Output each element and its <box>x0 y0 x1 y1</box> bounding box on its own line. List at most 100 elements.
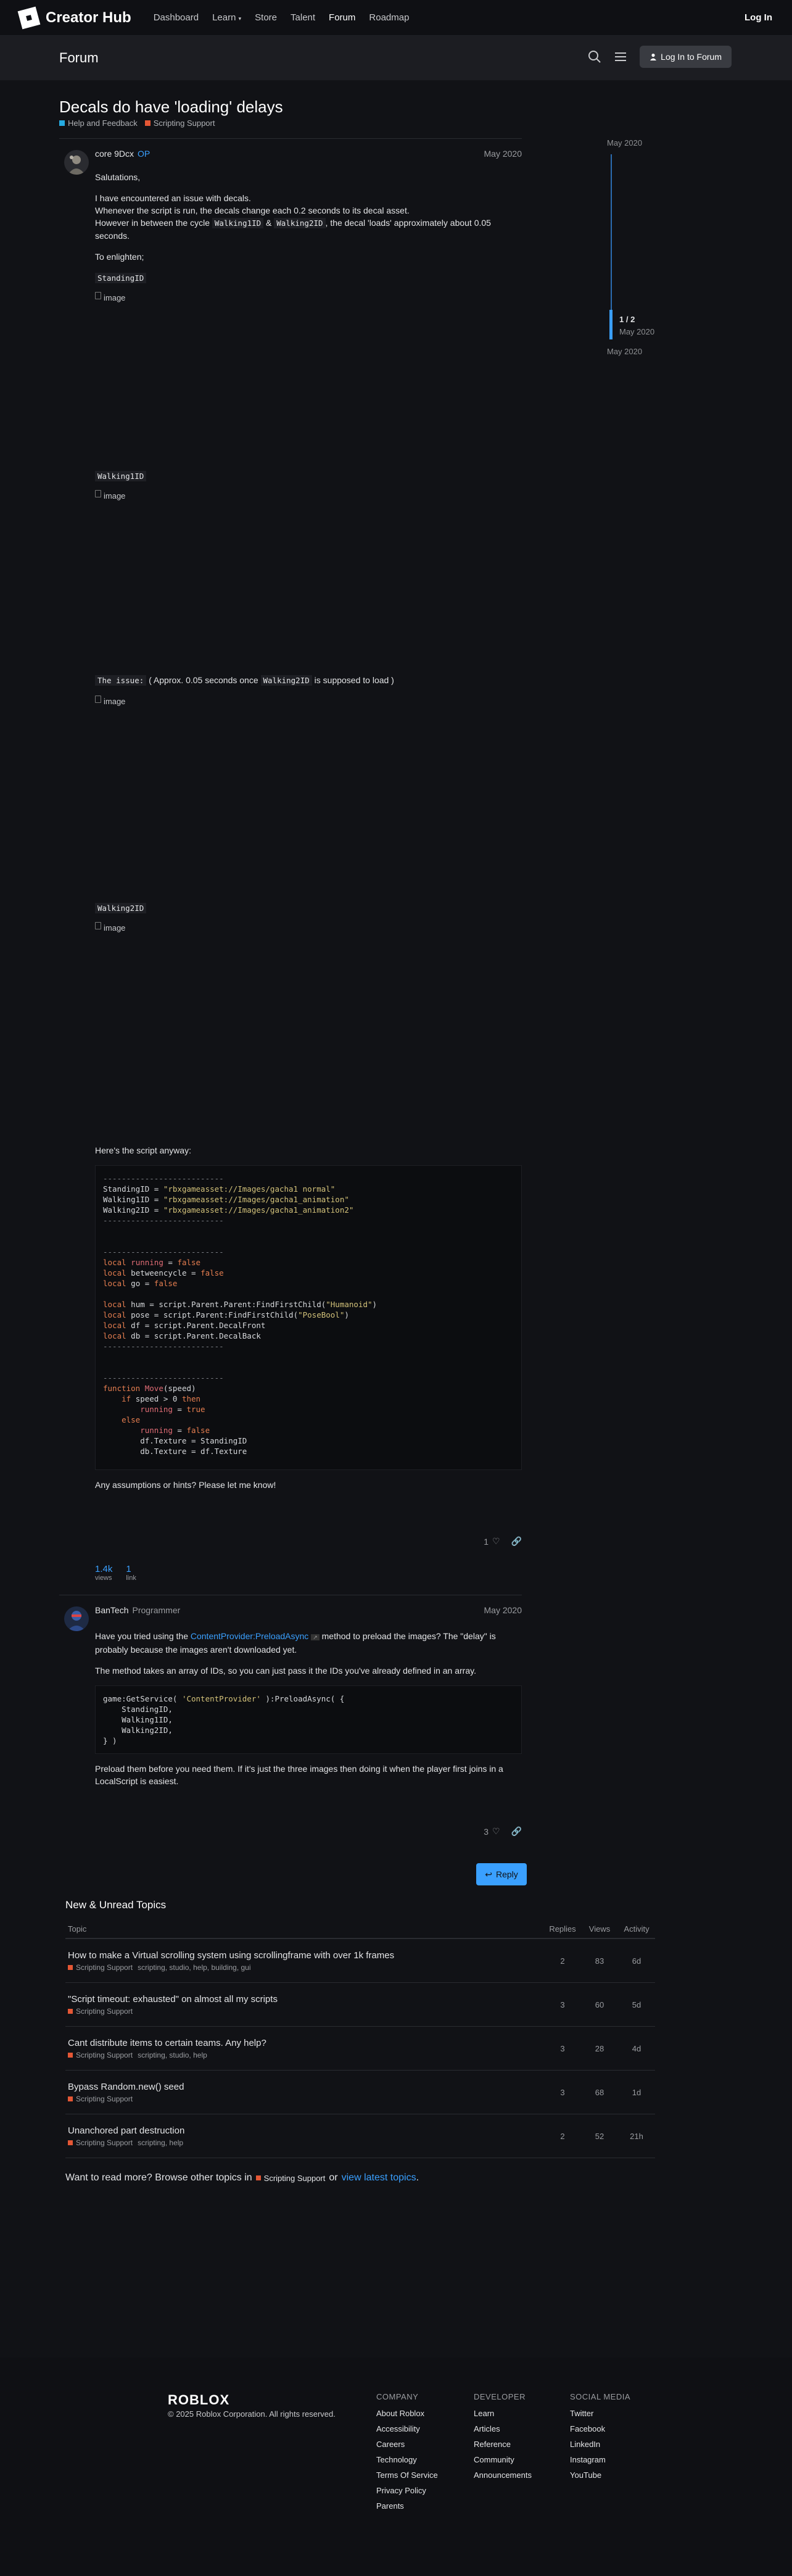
topic-title-link[interactable]: Unanchored part destruction <box>68 2125 544 2136</box>
link-stat[interactable]: 1 link <box>126 1564 136 1582</box>
timeline-handle[interactable] <box>609 310 613 339</box>
category-scripting-support[interactable]: Scripting Support <box>68 2138 133 2147</box>
post-body: Salutations, I have encountered an issue… <box>95 171 522 1500</box>
share-link-icon[interactable]: 🔗 <box>511 1826 522 1837</box>
footer-link[interactable]: Announcements <box>474 2470 532 2480</box>
avatar[interactable] <box>64 150 89 175</box>
table-row[interactable]: Bypass Random.new() seed Scripting Suppor… <box>65 2071 655 2114</box>
category-scripting-support[interactable]: Scripting Support <box>68 1963 133 1972</box>
forum-title[interactable]: Forum <box>59 50 99 66</box>
timeline-position-date: May 2020 <box>619 327 655 336</box>
topic-tags[interactable]: scripting, studio, help, building, gui <box>138 1963 250 1972</box>
category-color-swatch <box>144 120 151 126</box>
nav-store[interactable]: Store <box>255 12 277 23</box>
footer-link[interactable]: Community <box>474 2455 532 2464</box>
activity-time[interactable]: 4d <box>618 2044 655 2053</box>
post-text: Have you tried using the ContentProvider… <box>95 1630 522 1656</box>
category-scripting-support[interactable]: Scripting Support <box>68 2051 133 2059</box>
category-scripting-support[interactable]: Scripting Support <box>144 118 215 128</box>
footer-link[interactable]: Terms Of Service <box>376 2470 438 2480</box>
footer-link[interactable]: Careers <box>376 2440 438 2449</box>
nav-dashboard[interactable]: Dashboard <box>154 12 199 23</box>
topic-title-link[interactable]: Cant distribute items to certain teams. … <box>68 2038 544 2048</box>
footer-link[interactable]: Technology <box>376 2455 438 2464</box>
nav-forum[interactable]: Forum <box>329 12 355 23</box>
category-scripting-support[interactable]: Scripting Support <box>68 2095 133 2103</box>
activity-time[interactable]: 1d <box>618 2088 655 2097</box>
footer-link[interactable]: Reference <box>474 2440 532 2449</box>
footer-link[interactable]: Accessibility <box>376 2424 438 2433</box>
post-author[interactable]: BanTech <box>95 1605 128 1615</box>
footer-link[interactable]: Parents <box>376 2501 438 2511</box>
post-date[interactable]: May 2020 <box>484 1605 522 1615</box>
activity-time[interactable]: 6d <box>618 1956 655 1966</box>
like-count: 1 <box>484 1536 489 1547</box>
category-scripting-support[interactable]: Scripting Support <box>255 2174 325 2183</box>
views-label: views <box>95 1574 112 1582</box>
login-link[interactable]: Log In <box>745 12 772 23</box>
category-help-and-feedback[interactable]: Help and Feedback <box>59 118 138 128</box>
footer-link[interactable]: Privacy Policy <box>376 2486 438 2495</box>
topic-tags[interactable]: scripting, studio, help <box>138 2051 207 2059</box>
post-author[interactable]: core 9Dcx <box>95 149 134 159</box>
post-date[interactable]: May 2020 <box>484 149 522 159</box>
topic-title-link[interactable]: Bypass Random.new() seed <box>68 2082 544 2092</box>
table-row[interactable]: Cant distribute items to certain teams. … <box>65 2027 655 2071</box>
header-replies[interactable]: Replies <box>544 1924 581 1934</box>
post-image[interactable]: image <box>95 696 522 897</box>
table-row[interactable]: How to make a Virtual scrolling system u… <box>65 1939 655 1983</box>
footer-link[interactable]: About Roblox <box>376 2409 438 2418</box>
timeline-track[interactable] <box>611 154 612 333</box>
nav-learn[interactable]: Learn ▾ <box>212 12 241 23</box>
post-body: Have you tried using the ContentProvider… <box>95 1630 522 1796</box>
avatar[interactable] <box>64 1606 89 1631</box>
footer-link[interactable]: Facebook <box>570 2424 630 2433</box>
views-count: 68 <box>595 2087 604 2097</box>
code-block[interactable]: -------------------------- StandingID = … <box>95 1165 522 1470</box>
post-image[interactable]: image <box>95 490 522 669</box>
header-views[interactable]: Views <box>581 1924 618 1934</box>
creator-hub-logo[interactable]: Creator Hub <box>17 6 131 29</box>
heart-icon[interactable]: ♡ <box>492 1826 500 1837</box>
views-count: 1.4k <box>95 1564 113 1574</box>
activity-time[interactable]: 5d <box>618 2000 655 2009</box>
latest-topics-link[interactable]: view latest topics <box>342 2172 416 2183</box>
topic-title[interactable]: Decals do have 'loading' delays <box>59 98 283 117</box>
heart-icon[interactable]: ♡ <box>492 1536 500 1547</box>
category-scripting-support[interactable]: Scripting Support <box>68 2007 133 2016</box>
footer-link[interactable]: Articles <box>474 2424 532 2433</box>
footer-link[interactable]: Twitter <box>570 2409 630 2418</box>
forum-login-button[interactable]: Log In to Forum <box>640 46 732 68</box>
post-image[interactable]: image <box>95 292 522 465</box>
timeline-position: 1 / 2 <box>619 315 635 324</box>
topic-title-link[interactable]: How to make a Virtual scrolling system u… <box>68 1950 544 1961</box>
search-icon[interactable] <box>588 50 601 64</box>
nav-talent[interactable]: Talent <box>291 12 315 23</box>
image-alt-text: image <box>104 697 126 706</box>
post-image[interactable]: image <box>95 922 522 1138</box>
api-link[interactable]: ContentProvider:PreloadAsync <box>191 1631 308 1641</box>
roblox-logo[interactable]: ROBLOX <box>168 2392 336 2408</box>
topic-tags[interactable]: scripting, help <box>138 2138 183 2147</box>
footer-link[interactable]: YouTube <box>570 2470 630 2480</box>
post-text-span: & <box>266 218 272 228</box>
nav-roadmap[interactable]: Roadmap <box>369 12 409 23</box>
activity-time[interactable]: 21h <box>618 2132 655 2141</box>
topic-title-link[interactable]: "Script timeout: exhausted" on almost al… <box>68 1994 544 2005</box>
table-row[interactable]: "Script timeout: exhausted" on almost al… <box>65 1983 655 2027</box>
footer-link[interactable]: Learn <box>474 2409 532 2418</box>
footer-link[interactable]: Instagram <box>570 2455 630 2464</box>
share-link-icon[interactable]: 🔗 <box>511 1536 522 1547</box>
timeline-end-date[interactable]: May 2020 <box>607 347 642 356</box>
category-label: Scripting Support <box>76 2094 133 2103</box>
code-block[interactable]: game:GetService( 'ContentProvider' ):Pre… <box>95 1685 522 1754</box>
reply-button[interactable]: ↩ Reply <box>476 1863 527 1885</box>
topic-cell: "Script timeout: exhausted" on almost al… <box>65 1994 544 2016</box>
table-row[interactable]: Unanchored part destruction Scripting Sup… <box>65 2114 655 2158</box>
timeline-start-date[interactable]: May 2020 <box>607 138 642 147</box>
footer: ROBLOX © 2025 Roblox Corporation. All ri… <box>0 2358 792 2576</box>
header-activity[interactable]: Activity <box>618 1924 655 1934</box>
menu-icon[interactable] <box>614 50 627 64</box>
inline-code: Walking2ID <box>274 218 326 228</box>
footer-link[interactable]: LinkedIn <box>570 2440 630 2449</box>
